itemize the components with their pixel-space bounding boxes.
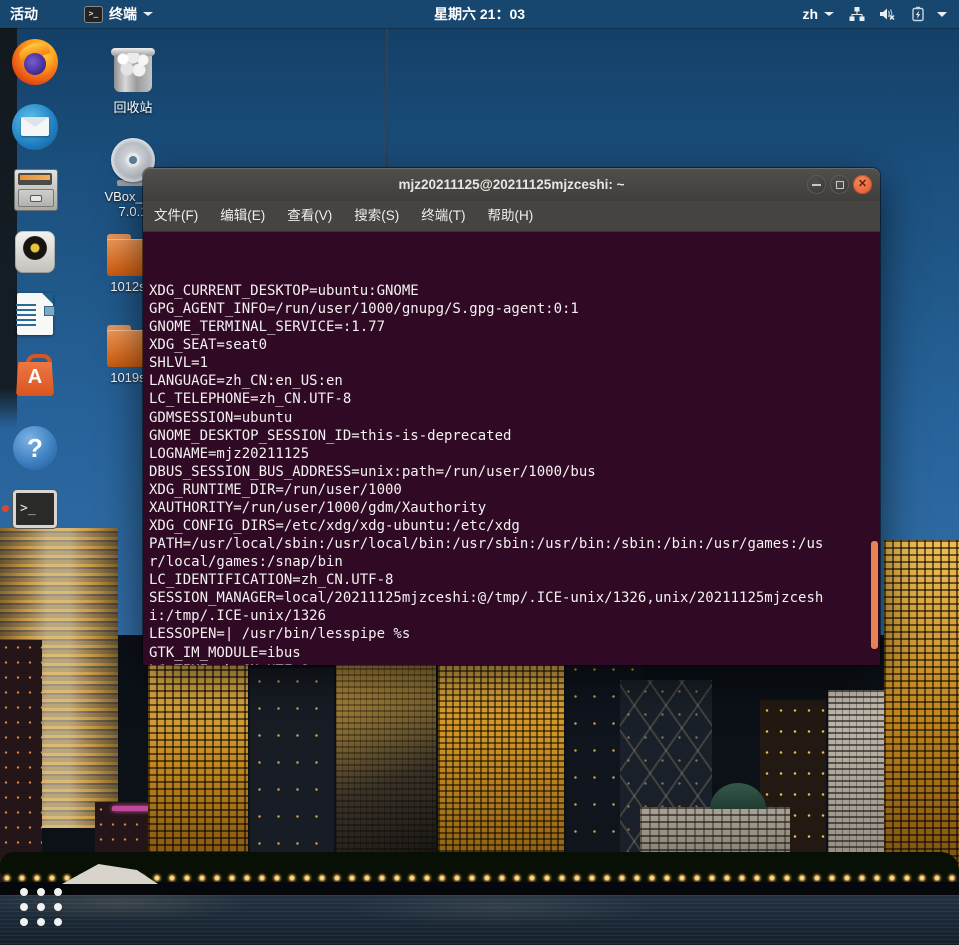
input-method-label: zh [802,6,818,22]
dock-item-firefox[interactable] [11,38,59,86]
terminal-line: LC_IDENTIFICATION=zh_CN.UTF-8 [149,572,394,589]
show-applications-button[interactable] [16,884,66,930]
terminal-line: i:/tmp/.ICE-unix/1326 [149,608,327,625]
terminal-line: LC_TELEPHONE=zh_CN.UTF-8 [149,391,352,408]
close-button[interactable]: ✕ [853,175,872,194]
terminal-line: XDG_CONFIG_DIRS=/etc/xdg/xdg-ubuntu:/etc… [149,518,520,535]
chevron-down-icon [824,12,834,16]
menu-bar: 文件(F) 编辑(E) 查看(V) 搜索(S) 终端(T) 帮助(H) [143,201,880,232]
thunderbird-icon [11,103,59,151]
activities-label: 活动 [10,6,38,22]
close-icon: ✕ [857,178,868,190]
trash-label: 回收站 [113,100,153,115]
running-indicator-dot [2,505,9,512]
menu-item[interactable]: 终端(T) [410,201,476,231]
window-titlebar[interactable]: mjz20211125@20211125mjzceshi: ~ ✕ [143,168,880,201]
dock-item-ubuntu-software[interactable]: A [11,352,59,400]
dock-item-help[interactable]: ? [11,424,59,472]
minimize-icon [812,184,821,186]
libreoffice-writer-icon [11,290,59,338]
trash-icon [110,42,156,94]
menu-item[interactable]: 编辑(E) [209,201,276,231]
terminal-line: XAUTHORITY=/run/user/1000/gdm/Xauthority [149,499,487,516]
maximize-button[interactable] [830,175,849,194]
dock-item-rhythmbox[interactable] [11,228,59,276]
terminal-screen[interactable]: XDG_CURRENT_DESKTOP=ubuntu:GNOME GPG_AGEN… [143,232,880,665]
terminal-line: SESSION_MANAGER=local/20211125mjzceshi:@… [149,590,824,607]
terminal-line: LESSOPEN=| /usr/bin/lesspipe %s [149,626,411,643]
app-menu-label: 终端 [109,6,137,22]
chevron-down-icon [143,12,153,16]
menu-item[interactable]: 帮助(H) [477,201,545,231]
terminal-line: SHLVL=1 [149,355,209,372]
terminal-line: DBUS_SESSION_BUS_ADDRESS=unix:path=/run/… [149,463,596,480]
minimize-button[interactable] [807,175,826,194]
chevron-down-icon [937,11,947,17]
menu-item[interactable]: 文件(F) [143,201,209,231]
dock-item-libreoffice-writer[interactable] [11,290,59,338]
network-wired-icon [842,6,872,22]
menu-item[interactable]: 搜索(S) [343,201,410,231]
dock-item-terminal[interactable]: >_ [11,486,59,534]
terminal-app-icon: >_ [84,5,103,23]
volume-muted-icon [872,6,903,22]
scrollbar-thumb[interactable] [871,541,878,649]
app-menu-button[interactable]: >_ 终端 [74,0,163,28]
clock-button[interactable]: 星期六 21：03 [424,0,535,28]
terminal-line: GNOME_TERMINAL_SERVICE=:1.77 [149,319,386,336]
terminal-line: XDG_SEAT=seat0 [149,337,268,354]
maximize-icon [836,181,844,189]
terminal-icon: >_ [11,486,59,534]
terminal-line: r/local/games:/snap/bin [149,554,343,571]
firefox-icon [11,38,59,86]
activities-button[interactable]: 活动 [0,0,48,28]
terminal-line: GPG_AGENT_INFO=/run/user/1000/gnupg/S.gp… [149,301,579,318]
dock-item-file-cabinet[interactable] [11,165,59,213]
terminal-line: GDMSESSION=ubuntu [149,409,293,426]
system-menu-button[interactable] [933,0,957,28]
top-bar: 活动 >_ 终端 星期六 21：03 zh [0,0,959,28]
terminal-line: PATH=/usr/local/sbin:/usr/local/bin:/usr… [149,536,824,553]
clock-label: 星期六 21：03 [433,6,526,22]
terminal-line: XDG_CURRENT_DESKTOP=ubuntu:GNOME [149,283,419,299]
terminal-output: XDG_CURRENT_DESKTOP=ubuntu:GNOME GPG_AGEN… [149,234,823,665]
ubuntu-software-icon: A [11,352,59,400]
desktop: 活动 >_ 终端 星期六 21：03 zh A ? >_ 回收站 VBox_GA… [0,0,959,945]
window-title: mjz20211125@20211125mjzceshi: ~ [398,177,625,192]
input-method-button[interactable]: zh [794,0,842,28]
terminal-line: XDG_RUNTIME_DIR=/run/user/1000 [149,481,402,498]
help-icon: ? [11,424,59,472]
desktop-icon-trash[interactable]: 回收站 [93,42,173,116]
system-tray[interactable]: zh [794,0,957,28]
rhythmbox-icon [11,228,59,276]
terminal-line: GNOME_DESKTOP_SESSION_ID=this-is-depreca… [149,427,512,444]
dock-item-thunderbird[interactable] [11,103,59,151]
antenna-spire [384,4,389,170]
terminal-window: mjz20211125@20211125mjzceshi: ~ ✕ 文件(F) 编… [143,168,880,665]
terminal-line: LANGUAGE=zh_CN:en_US:en [149,373,343,390]
menu-item[interactable]: 查看(V) [276,201,343,231]
file-cabinet-icon [11,165,59,213]
terminal-line: LOGNAME=mjz20211125 [149,445,310,462]
terminal-prompt: mjz20211125@20211125mjzceshi:~$ [149,650,492,665]
battery-charging-icon [903,6,933,22]
